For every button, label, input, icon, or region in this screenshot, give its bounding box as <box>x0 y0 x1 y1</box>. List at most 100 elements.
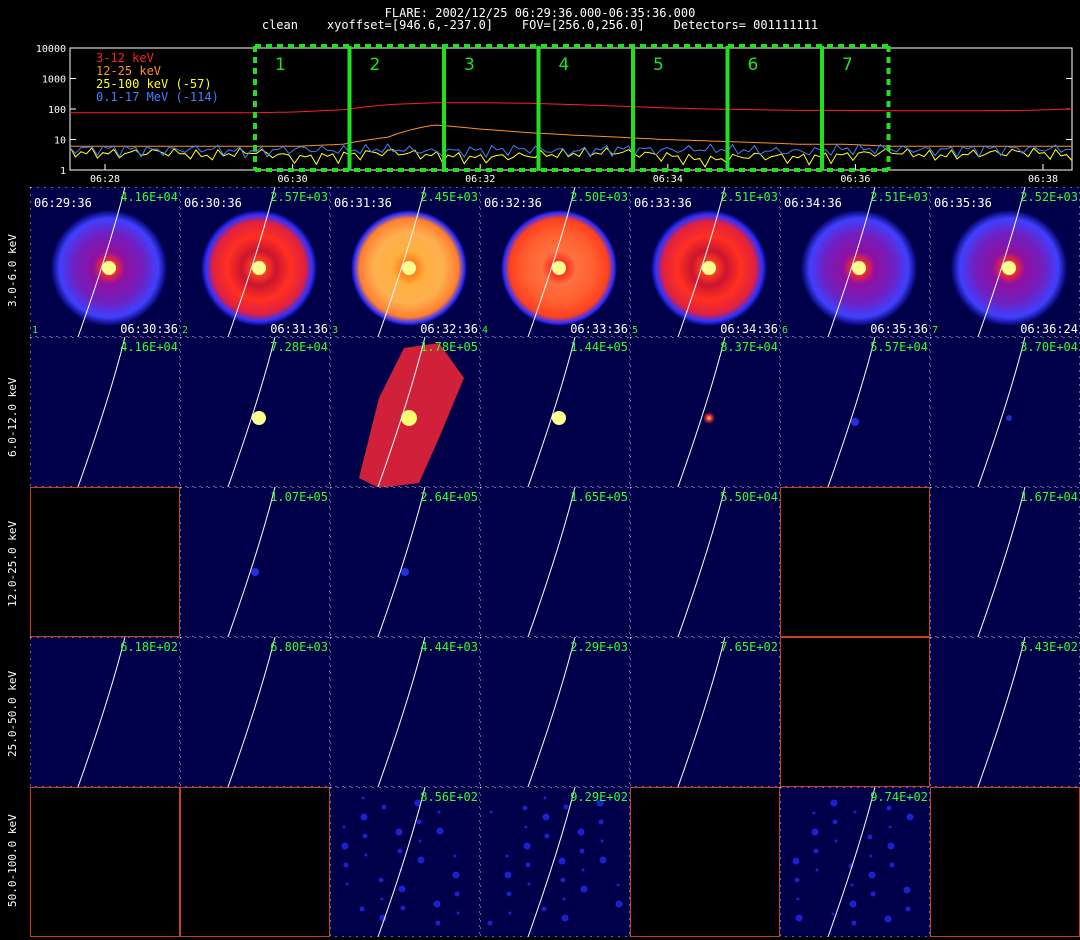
source-core <box>1006 415 1012 421</box>
panel-background <box>780 487 930 637</box>
image-panel: 1.67E+04 <box>930 486 1080 638</box>
panel-background <box>780 787 930 937</box>
panel-max-value: 6.18E+02 <box>120 640 178 654</box>
noise-speck <box>831 912 835 916</box>
panel-background <box>180 637 330 787</box>
panel-max-value: 8.56E+02 <box>420 790 478 804</box>
noise-speck <box>435 920 441 926</box>
noise-speck <box>887 842 895 850</box>
noise-speck <box>544 833 550 839</box>
noise-speck <box>487 920 493 926</box>
panel-background <box>330 487 480 637</box>
noise-speck <box>830 799 838 807</box>
noise-speck <box>598 819 604 825</box>
noise-speck <box>562 897 566 901</box>
panel-max-value: 9.29E+02 <box>570 790 628 804</box>
source-core <box>401 568 409 576</box>
noise-speck <box>811 828 819 836</box>
row-label: 50.0-100.0 keV <box>6 814 19 907</box>
image-panel: 7.65E+02 <box>630 636 780 788</box>
source-core <box>402 261 416 275</box>
panel-max-value: 1.65E+05 <box>570 490 628 504</box>
noise-speck <box>505 854 509 858</box>
noise-speck <box>599 856 607 864</box>
panel-background <box>480 337 630 487</box>
source-core <box>552 411 566 425</box>
noise-speck <box>395 828 403 836</box>
image-panel: 2.51E+03 06:34:36 06:35:36 6 <box>780 186 930 338</box>
panel-index: 3 <box>332 325 338 336</box>
noise-speck <box>886 805 892 811</box>
panel-end-time: 06:35:36 <box>870 322 928 336</box>
noise-speck <box>345 882 349 886</box>
panel-max-value: 7.28E+04 <box>270 340 328 354</box>
noise-speck <box>561 914 569 922</box>
noise-speck <box>361 796 365 800</box>
panel-max-value: 1.07E+05 <box>270 490 328 504</box>
panel-background <box>630 787 780 937</box>
noise-speck <box>581 868 585 872</box>
noise-speck <box>378 877 384 883</box>
image-panel: 4.16E+04 <box>30 336 180 488</box>
panel-index: 6 <box>782 325 788 336</box>
panel-start-time: 06:32:36 <box>484 196 542 210</box>
image-panel: 2.50E+03 06:32:36 06:33:36 4 <box>480 186 630 338</box>
panel-end-time: 06:34:36 <box>720 322 778 336</box>
noise-speck <box>813 848 819 854</box>
panel-background <box>330 787 480 937</box>
image-panel: 5.50E+04 <box>630 486 780 638</box>
panel-background <box>930 787 1080 937</box>
noise-speck <box>906 813 914 821</box>
row-label: 3.0-6.0 keV <box>6 234 19 307</box>
panel-background <box>630 487 780 637</box>
panel-index: 5 <box>632 325 638 336</box>
noise-speck <box>453 854 457 858</box>
source-core <box>703 412 715 424</box>
image-panel: 4.44E+03 <box>330 636 480 788</box>
noise-speck <box>343 862 349 868</box>
panel-max-value: 2.29E+03 <box>570 640 628 654</box>
panel-end-time: 06:33:36 <box>570 322 628 336</box>
noise-speck <box>508 911 512 915</box>
panel-max-value: 4.44E+03 <box>420 640 478 654</box>
noise-speck <box>381 804 387 810</box>
noise-speck <box>522 805 528 811</box>
row-label: 25.0-50.0 keV <box>6 670 19 757</box>
noise-speck <box>342 825 346 829</box>
panel-background <box>780 637 930 787</box>
panel-background <box>30 637 180 787</box>
noise-speck <box>580 885 588 893</box>
panel-max-value: 3.70E+04 <box>1020 340 1078 354</box>
noise-speck <box>905 906 911 912</box>
noise-speck <box>380 897 384 901</box>
source-core <box>552 261 566 275</box>
noise-speck <box>579 848 585 854</box>
panel-max-value: 2.50E+03 <box>570 190 628 204</box>
source-core <box>252 411 266 425</box>
image-panel: 3.70E+04 <box>930 336 1080 488</box>
noise-speck <box>437 810 441 814</box>
noise-speck <box>832 819 838 825</box>
noise-speck <box>400 905 406 911</box>
panel-max-value: 2.57E+03 <box>270 190 328 204</box>
image-grid: 4.16E+04 06:29:36 06:30:36 1 2.57E+03 06:30:3… <box>30 186 1080 938</box>
source-core <box>1002 261 1016 275</box>
panel-max-value: 5.57E+04 <box>870 340 928 354</box>
noise-speck <box>541 906 547 912</box>
panel-background <box>630 337 780 487</box>
source-core <box>851 418 859 426</box>
noise-speck <box>360 813 368 821</box>
noise-speck <box>616 883 620 887</box>
noise-speck <box>418 839 422 843</box>
panel-max-value: 4.16E+04 <box>120 340 178 354</box>
noise-speck <box>600 839 604 843</box>
panel-start-time: 06:34:36 <box>784 196 842 210</box>
noise-speck <box>525 862 531 868</box>
panel-background <box>930 337 1080 487</box>
panel-max-value: 5.43E+02 <box>1020 640 1078 654</box>
panel-background <box>30 337 180 487</box>
image-panel: 6.18E+02 <box>30 636 180 788</box>
panel-end-time: 06:30:36 <box>120 322 178 336</box>
image-panel <box>780 637 930 787</box>
image-panel: 2.29E+03 <box>480 636 630 788</box>
